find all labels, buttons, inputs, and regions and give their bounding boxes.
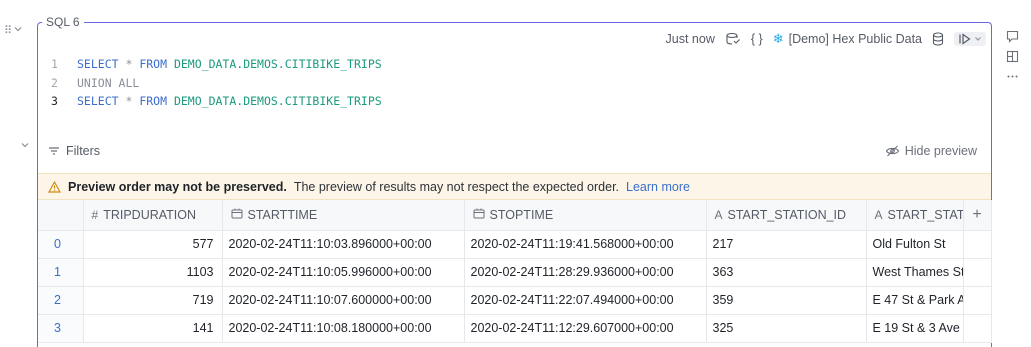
eye-slash-icon bbox=[885, 145, 899, 157]
warning-message: The preview of results may not respect t… bbox=[293, 179, 620, 194]
cell-start-station[interactable]: West Thames St bbox=[866, 258, 964, 287]
cell-start-station-id[interactable]: 359 bbox=[706, 286, 867, 315]
filters-button[interactable]: Filters bbox=[48, 144, 100, 158]
comment-icon[interactable] bbox=[1006, 30, 1019, 46]
database-icon[interactable] bbox=[932, 32, 944, 46]
add-column-button[interactable]: + bbox=[963, 200, 992, 231]
line-number: 3 bbox=[51, 94, 58, 108]
table-row[interactable]: 2 719 2020-02-24T11:10:07.600000+00:00 2… bbox=[38, 286, 992, 315]
code-line: 1 SELECT * FROM DEMO_DATA.DEMOS.CITIBIKE… bbox=[46, 55, 382, 74]
table-row[interactable]: 1 1103 2020-02-24T11:10:05.996000+00:00 … bbox=[38, 258, 992, 287]
cell-stoptime[interactable]: 2020-02-24T11:12:29.607000+00:00 bbox=[464, 314, 707, 343]
code-text: UNION ALL bbox=[77, 75, 140, 90]
results-table: # TRIPDURATION STARTTIME STOPTIME A START_… bbox=[38, 200, 992, 343]
cell-tripduration[interactable]: 141 bbox=[83, 314, 223, 343]
filters-label: Filters bbox=[66, 144, 101, 158]
preview-order-warning: Preview order may not be preserved. The … bbox=[38, 173, 991, 200]
hide-preview-button[interactable]: Hide preview bbox=[885, 144, 977, 158]
hide-preview-label: Hide preview bbox=[904, 144, 977, 158]
row-index: 3 bbox=[38, 314, 84, 343]
collapse-output-chevron-icon[interactable] bbox=[20, 140, 30, 153]
line-number: 2 bbox=[51, 75, 58, 90]
cell-starttime[interactable]: 2020-02-24T11:10:03.896000+00:00 bbox=[222, 230, 465, 259]
more-options-icon[interactable] bbox=[1006, 70, 1019, 86]
code-text: SELECT * FROM DEMO_DATA.DEMOS.CITIBIKE_T… bbox=[77, 94, 382, 108]
sql-editor[interactable]: 1 SELECT * FROM DEMO_DATA.DEMOS.CITIBIKE… bbox=[46, 55, 382, 111]
last-run-timestamp: Just now bbox=[665, 32, 715, 46]
collapse-cell-chevron-icon[interactable] bbox=[13, 24, 23, 37]
column-header-starttime[interactable]: STARTTIME bbox=[222, 200, 465, 231]
cell-tripduration[interactable]: 577 bbox=[83, 230, 223, 259]
sql-cell: Just now { } ❄ [Demo] Hex Public Data 1 … bbox=[37, 22, 992, 347]
empty-cell bbox=[963, 286, 992, 315]
cell-stoptime[interactable]: 2020-02-24T11:22:07.494000+00:00 bbox=[464, 286, 707, 315]
cell-start-station[interactable]: E 19 St & 3 Ave bbox=[866, 314, 964, 343]
cell-start-station-id[interactable]: 325 bbox=[706, 314, 867, 343]
data-source-selector[interactable]: ❄ [Demo] Hex Public Data bbox=[773, 31, 922, 47]
number-type-icon: # bbox=[91, 207, 99, 222]
index-header bbox=[38, 200, 84, 231]
cell-starttime[interactable]: 2020-02-24T11:10:08.180000+00:00 bbox=[222, 314, 465, 343]
warning-title: Preview order may not be preserved. bbox=[68, 179, 287, 194]
layout-panel-icon[interactable] bbox=[1006, 50, 1019, 66]
code-text: SELECT * FROM DEMO_DATA.DEMOS.CITIBIKE_T… bbox=[77, 57, 382, 71]
drag-handle-icon[interactable]: ⠿ bbox=[4, 24, 12, 37]
text-type-icon: A bbox=[874, 207, 883, 222]
snowflake-icon: ❄ bbox=[772, 31, 784, 46]
data-source-label: [Demo] Hex Public Data bbox=[788, 32, 922, 46]
run-icon bbox=[959, 33, 971, 45]
code-line: 3 SELECT * FROM DEMO_DATA.DEMOS.CITIBIKE… bbox=[46, 92, 382, 111]
cell-tripduration[interactable]: 719 bbox=[83, 286, 223, 315]
calendar-icon bbox=[231, 208, 243, 222]
column-header-start-station-id[interactable]: A START_STATION_ID bbox=[706, 200, 867, 231]
cell-tripduration[interactable]: 1103 bbox=[83, 258, 223, 287]
cell-title[interactable]: SQL 6 bbox=[42, 15, 84, 29]
parameters-braces-button[interactable]: { } bbox=[751, 32, 763, 46]
row-index: 0 bbox=[38, 230, 84, 259]
warning-icon bbox=[48, 180, 61, 193]
run-cell-button[interactable] bbox=[954, 32, 986, 46]
cell-starttime[interactable]: 2020-02-24T11:10:05.996000+00:00 bbox=[222, 258, 465, 287]
filter-icon bbox=[49, 147, 59, 155]
empty-cell bbox=[963, 258, 992, 287]
cell-start-station-id[interactable]: 363 bbox=[706, 258, 867, 287]
cell-start-station[interactable]: E 47 St & Park Av bbox=[866, 286, 964, 315]
row-index: 1 bbox=[38, 258, 84, 287]
cache-icon[interactable] bbox=[725, 32, 741, 46]
cell-stoptime[interactable]: 2020-02-24T11:28:29.936000+00:00 bbox=[464, 258, 707, 287]
column-header-stoptime[interactable]: STOPTIME bbox=[464, 200, 707, 231]
table-row[interactable]: 0 577 2020-02-24T11:10:03.896000+00:00 2… bbox=[38, 230, 992, 259]
code-line: 2 UNION ALL bbox=[46, 74, 382, 93]
column-header-start-station[interactable]: A START_STATI bbox=[866, 200, 964, 231]
run-options-chevron-icon[interactable] bbox=[974, 35, 982, 43]
cell-toolbar: Just now { } ❄ [Demo] Hex Public Data bbox=[666, 31, 986, 47]
line-number: 1 bbox=[51, 57, 58, 71]
learn-more-link[interactable]: Learn more bbox=[626, 180, 690, 194]
table-header-row: # TRIPDURATION STARTTIME STOPTIME A START_… bbox=[38, 200, 992, 231]
cell-stoptime[interactable]: 2020-02-24T11:19:41.568000+00:00 bbox=[464, 230, 707, 259]
table-row[interactable]: 3 141 2020-02-24T11:10:08.180000+00:00 2… bbox=[38, 314, 992, 343]
cell-gutter: ⠿ bbox=[4, 24, 23, 37]
empty-cell bbox=[963, 230, 992, 259]
text-type-icon: A bbox=[714, 207, 723, 222]
empty-cell bbox=[963, 314, 992, 343]
calendar-icon bbox=[473, 208, 485, 222]
cell-start-station-id[interactable]: 217 bbox=[706, 230, 867, 259]
column-header-tripduration[interactable]: # TRIPDURATION bbox=[83, 200, 223, 231]
cell-start-station[interactable]: Old Fulton St bbox=[866, 230, 964, 259]
row-index: 2 bbox=[38, 286, 84, 315]
cell-starttime[interactable]: 2020-02-24T11:10:07.600000+00:00 bbox=[222, 286, 465, 315]
